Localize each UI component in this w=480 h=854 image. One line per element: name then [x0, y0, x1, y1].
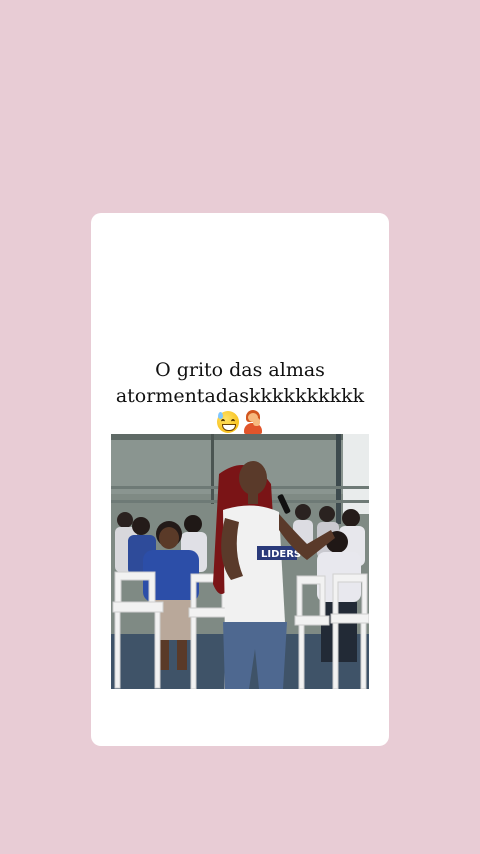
- story-background: O grito das almas atormentadaskkkkkkkkkk: [0, 0, 480, 854]
- emoji-row: [91, 409, 389, 435]
- video-frame[interactable]: LIDERS: [111, 434, 369, 689]
- post-card[interactable]: O grito das almas atormentadaskkkkkkkkkk: [91, 213, 389, 746]
- shirt-text: LIDERS: [261, 549, 301, 560]
- post-caption: O grito das almas atormentadaskkkkkkkkkk: [91, 357, 389, 409]
- video-still-image: LIDERS: [111, 434, 369, 689]
- person-facepalming-icon: [243, 410, 263, 434]
- caption-line-1: O grito das almas: [155, 359, 325, 381]
- grinning-face-with-sweat-icon: [217, 411, 239, 433]
- caption-line-2: atormentadaskkkkkkkkkk: [115, 385, 365, 407]
